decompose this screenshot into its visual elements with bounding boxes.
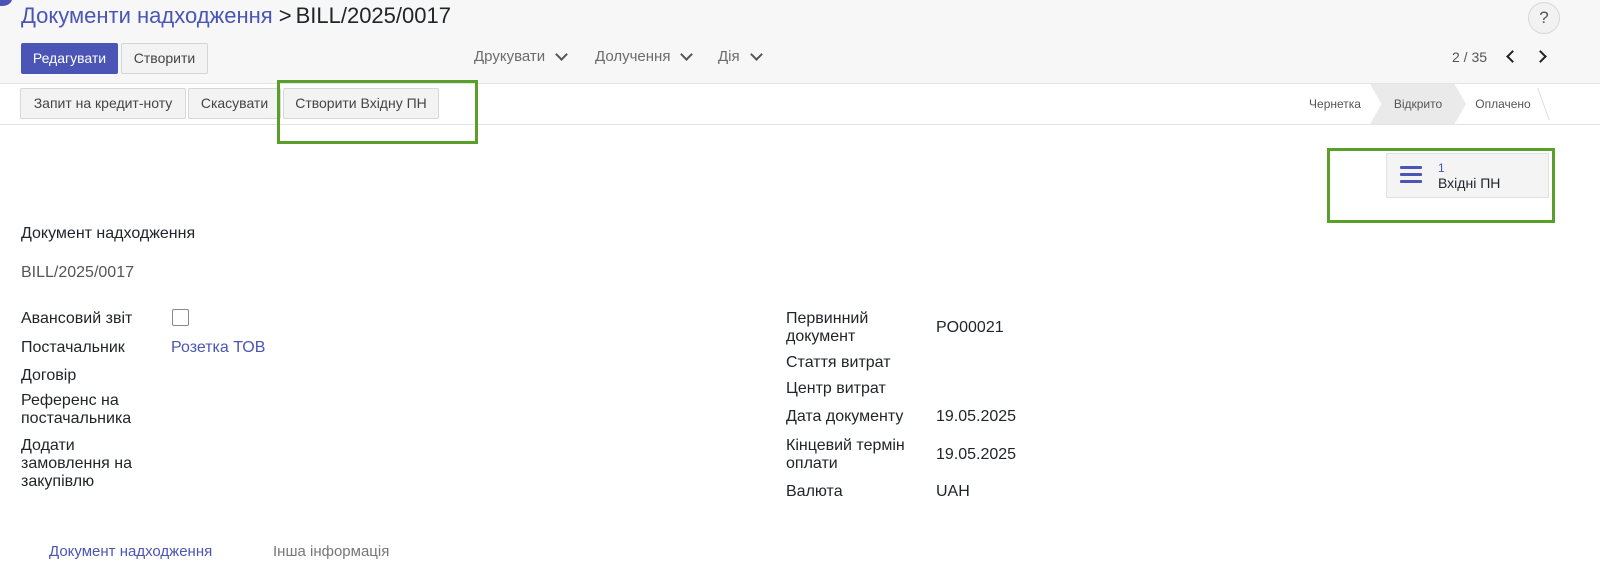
stage-open[interactable]: Відкрито	[1370, 84, 1466, 124]
list-icon	[1400, 166, 1422, 184]
due-date-label: Кінцевий термін оплати	[786, 437, 905, 472]
breadcrumb: Документи надходження > BILL/2025/0017	[21, 2, 451, 30]
cancel-button[interactable]: Скасувати	[188, 88, 281, 119]
source-document-value: PO00021	[936, 319, 1004, 336]
attachments-dropdown-label: Долучення	[595, 48, 671, 65]
tab-bill-document[interactable]: Документ надходження	[49, 543, 212, 560]
tab-other-info[interactable]: Інша інформація	[273, 543, 389, 560]
create-button[interactable]: Створити	[121, 43, 208, 74]
attachments-dropdown[interactable]: Долучення	[595, 48, 694, 65]
highlight-create-receipt	[277, 80, 478, 144]
status-bar: Запит на кредит-ноту Скасувати Створити …	[0, 84, 1600, 125]
chevron-down-icon	[749, 48, 763, 61]
action-dropdown[interactable]: Дія	[718, 48, 763, 65]
vendor-label: Постачальник	[21, 339, 125, 356]
stage-paid[interactable]: Оплачено	[1466, 84, 1540, 124]
document-date-label: Дата документу	[786, 408, 904, 425]
breadcrumb-separator: >	[278, 3, 292, 28]
credit-note-request-button[interactable]: Запит на кредит-ноту	[20, 88, 186, 119]
pager-previous-icon[interactable]	[1506, 50, 1519, 63]
currency-value: UAH	[936, 483, 970, 500]
chevron-down-icon	[680, 48, 694, 61]
form-title-label: Документ надходження	[21, 225, 196, 242]
source-document-label: Первинний документ	[786, 310, 869, 345]
edit-corner-icon	[0, 0, 12, 6]
stage-draft[interactable]: Чернетка	[1296, 84, 1374, 124]
action-dropdown-label: Дія	[718, 48, 740, 65]
contract-label: Договір	[21, 367, 77, 384]
due-date-value: 19.05.2025	[936, 446, 1017, 463]
control-panel: Документи надходження > BILL/2025/0017 ? Р…	[0, 0, 1600, 84]
pager-next-icon[interactable]	[1534, 50, 1547, 63]
print-dropdown[interactable]: Друкувати	[474, 48, 569, 65]
document-date-value: 19.05.2025	[936, 408, 1017, 425]
vendor-reference-label: Референс на постачальника	[21, 392, 132, 427]
advance-report-checkbox[interactable]	[172, 309, 189, 326]
smart-button-count: 1	[1438, 161, 1445, 175]
breadcrumb-current: BILL/2025/0017	[295, 3, 451, 28]
help-button[interactable]: ?	[1528, 2, 1560, 34]
currency-label: Валюта	[786, 483, 843, 500]
breadcrumb-parent-link[interactable]: Документи надходження	[21, 3, 273, 28]
form-title-value: BILL/2025/0017	[21, 264, 134, 281]
advance-report-label: Авансовий звіт	[21, 310, 133, 327]
add-purchase-order-label: Додати замовлення на закупівлю	[21, 437, 133, 490]
cost-center-label: Центр витрат	[786, 380, 886, 397]
vendor-link[interactable]: Розетка ТОВ	[171, 339, 265, 357]
edit-button[interactable]: Редагувати	[21, 43, 118, 74]
incoming-receipts-smart-button[interactable]: 1 Вхідні ПН	[1386, 153, 1549, 198]
print-dropdown-label: Друкувати	[474, 48, 546, 65]
pager-value[interactable]: 2 / 35	[1452, 49, 1487, 65]
expense-item-label: Стаття витрат	[786, 354, 891, 371]
chevron-down-icon	[555, 48, 569, 61]
smart-button-label: Вхідні ПН	[1438, 175, 1501, 191]
